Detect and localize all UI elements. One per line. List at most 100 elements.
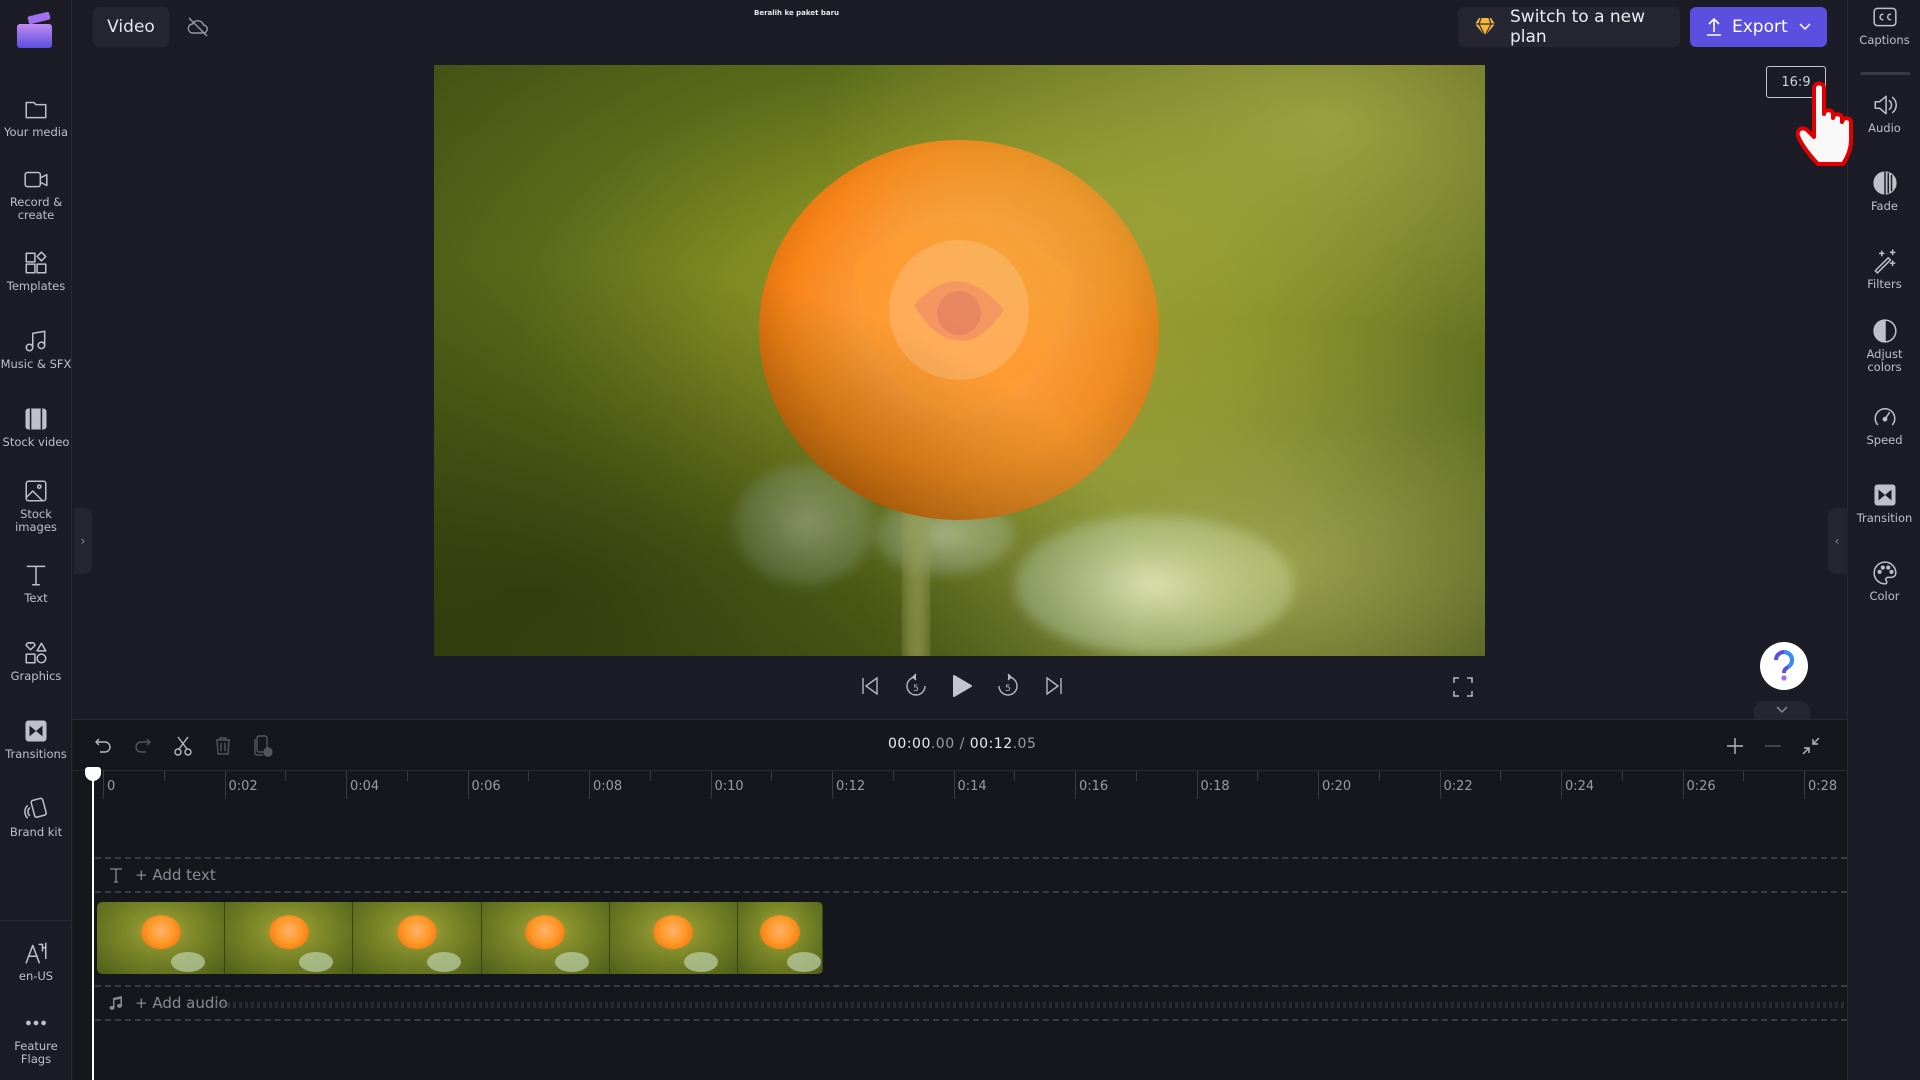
app-logo[interactable] [14,10,54,50]
export-button[interactable]: Export [1690,7,1827,47]
skip-to-end-button[interactable] [1040,672,1068,700]
export-label: Export [1732,17,1788,37]
clip-thumbnail [738,902,823,974]
zoom-in-button[interactable] [1723,734,1747,758]
cloud-off-icon[interactable] [186,15,210,39]
ruler-minor-tick [1621,771,1623,781]
sidebar-item-your-media[interactable]: Your media [0,96,72,139]
split-scissors-button[interactable] [171,734,195,758]
ruler-label: 0:08 [593,779,623,794]
switch-plan-button[interactable]: Switch to a new plan [1458,7,1680,47]
ruler-label: 0:18 [1200,779,1230,794]
switch-plan-label: Switch to a new plan [1510,7,1646,47]
sidebar-item-color[interactable]: Color [1848,560,1920,603]
sidebar-item-en-us[interactable]: en-US [0,940,72,983]
sidebar-item-label: Brand kit [9,825,63,839]
fade-icon [1872,170,1898,196]
sidebar-item-label: Graphics [10,669,62,683]
delete-button[interactable] [211,734,235,758]
sidebar-item-stock-images[interactable]: Stock images [0,478,72,534]
sidebar-item-graphics[interactable]: Graphics [0,640,72,683]
banner-text: Beralih ke paket baru [754,9,840,17]
ruler-major-tick [1075,771,1076,799]
sidebar-item-transition[interactable]: Transition [1848,482,1920,525]
ruler-label: 0:20 [1322,779,1352,794]
transition-icon [1872,482,1898,508]
skip-to-start-button[interactable] [856,672,884,700]
hand-pointer-cursor [1796,80,1872,170]
ruler-major-tick [1804,771,1805,799]
fit-timeline-button[interactable] [1799,734,1823,758]
ruler-major-tick [1439,771,1441,799]
text-track[interactable]: + Add text [95,857,1847,893]
clip-thumbnail [353,902,482,974]
ruler-major-tick [346,771,347,799]
play-button[interactable] [948,672,976,700]
ruler-minor-tick [1014,771,1016,781]
ruler-major-tick [467,771,469,799]
project-title-tab[interactable]: Video [93,7,169,47]
video-clip[interactable] [97,902,823,974]
ruler-label: 0:16 [1079,779,1109,794]
sidebar-item-speed[interactable]: Speed [1848,404,1920,447]
time-separator: / [954,736,970,752]
image-icon [23,478,49,504]
sidebar-item-text[interactable]: Text [0,562,72,605]
upload-icon [1706,17,1722,37]
sidebar-item-transitions[interactable]: Transitions [0,718,72,761]
sidebar-item-captions[interactable]: Captions [1848,4,1920,47]
ruler-label: 0:12 [836,779,866,794]
svg-text:5: 5 [1005,684,1011,694]
total-time-frames: .05 [1012,736,1037,752]
undo-button[interactable] [91,734,115,758]
sidebar-item-feature-flags[interactable]: Feature Flags [0,1010,72,1066]
music-note-icon [109,995,123,1011]
sidebar-item-label: Adjust colors [1866,347,1903,374]
sidebar-item-adjust-colors[interactable]: Adjust colors [1848,318,1920,374]
timeline-ruler[interactable]: 0 0:02 0:04 0:06 0:08 0:10 0:12 0:14 0:16 0:18 0:2… [73,770,1866,800]
folder-icon [23,96,49,122]
ruler-label: 0:26 [1686,779,1716,794]
contrast-icon [1872,318,1898,344]
sidebar-item-music-sfx[interactable]: Music & SFX [0,328,72,371]
ruler-minor-tick [771,771,773,781]
sidebar-item-label: Record & create [9,195,63,222]
sidebar-item-stock-video[interactable]: Stock video [0,406,72,449]
sidebar-item-label: Feature Flags [14,1039,58,1066]
chevron-down-icon [1798,22,1812,32]
add-audio-label: + Add audio [135,994,228,1012]
music-note-icon [23,328,49,354]
question-mark-icon [1774,650,1795,681]
expand-right-panel-button[interactable]: ‹ [1828,508,1846,574]
forward-5s-button[interactable]: 5 [994,672,1022,700]
playhead[interactable] [92,768,94,1080]
total-time: 00:12 [969,736,1013,752]
project-title: Video [107,17,155,37]
audio-track[interactable]: + Add audio [95,985,1847,1021]
transition-icon [23,718,49,744]
redo-button[interactable] [131,734,155,758]
fullscreen-icon[interactable] [1452,676,1474,698]
ruler-minor-tick [892,771,894,781]
sidebar-item-label: Templates [6,279,66,293]
sidebar-item-record-create[interactable]: Record & create [0,166,72,222]
help-button[interactable] [1760,642,1808,690]
rewind-5s-button[interactable]: 5 [902,672,930,700]
ruler-label: 0:10 [714,779,744,794]
sidebar-item-label: Captions [1859,33,1910,47]
sidebar-item-label: en-US [18,969,54,983]
sidebar-item-brand-kit[interactable]: Brand kit [0,796,72,839]
duplicate-button[interactable] [251,734,275,758]
sidebar-item-fade[interactable]: Fade [1848,170,1920,213]
sidebar-item-templates[interactable]: Templates [0,250,72,293]
diamond-icon [1474,17,1496,37]
sidebar-item-filters[interactable]: Filters [1848,248,1920,291]
sidebar-item-label: Transition [1856,511,1913,525]
zoom-out-button[interactable] [1761,734,1785,758]
expand-left-panel-button[interactable]: › [74,508,92,574]
collapse-timeline-button[interactable] [1754,701,1810,719]
ruler-minor-tick [285,771,287,781]
video-preview[interactable] [434,65,1485,656]
sidebar-item-label: Stock video [2,435,70,449]
text-icon [23,562,49,588]
